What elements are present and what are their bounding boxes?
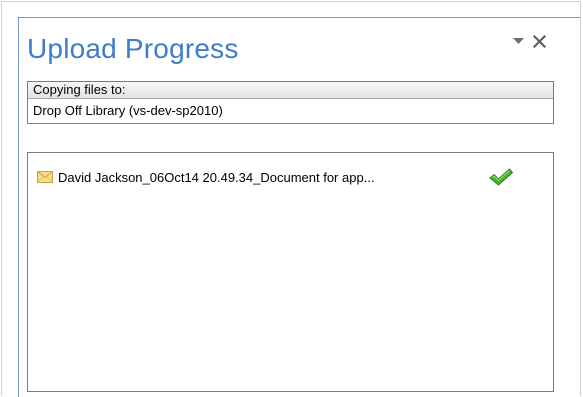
file-list[interactable]: David Jackson_06Oct14 20.49.34_Document … — [27, 152, 554, 392]
pane-options-dropdown[interactable] — [507, 31, 529, 51]
pane-controls — [507, 31, 549, 51]
destination-value: Drop Off Library (vs-dev-sp2010) — [33, 103, 223, 118]
close-icon — [532, 34, 546, 48]
pane-title: Upload Progress — [27, 33, 239, 64]
destination-label: Copying files to: — [28, 82, 553, 99]
email-envelope-icon — [37, 171, 53, 183]
file-name: David Jackson_06Oct14 20.49.34_Document … — [58, 169, 375, 185]
file-list-item[interactable]: David Jackson_06Oct14 20.49.34_Document … — [37, 166, 547, 188]
checkmark-icon — [489, 168, 514, 186]
close-button[interactable] — [529, 31, 549, 51]
caret-down-icon — [512, 37, 524, 44]
destination-box: Copying files to: Drop Off Library (vs-d… — [27, 81, 554, 124]
